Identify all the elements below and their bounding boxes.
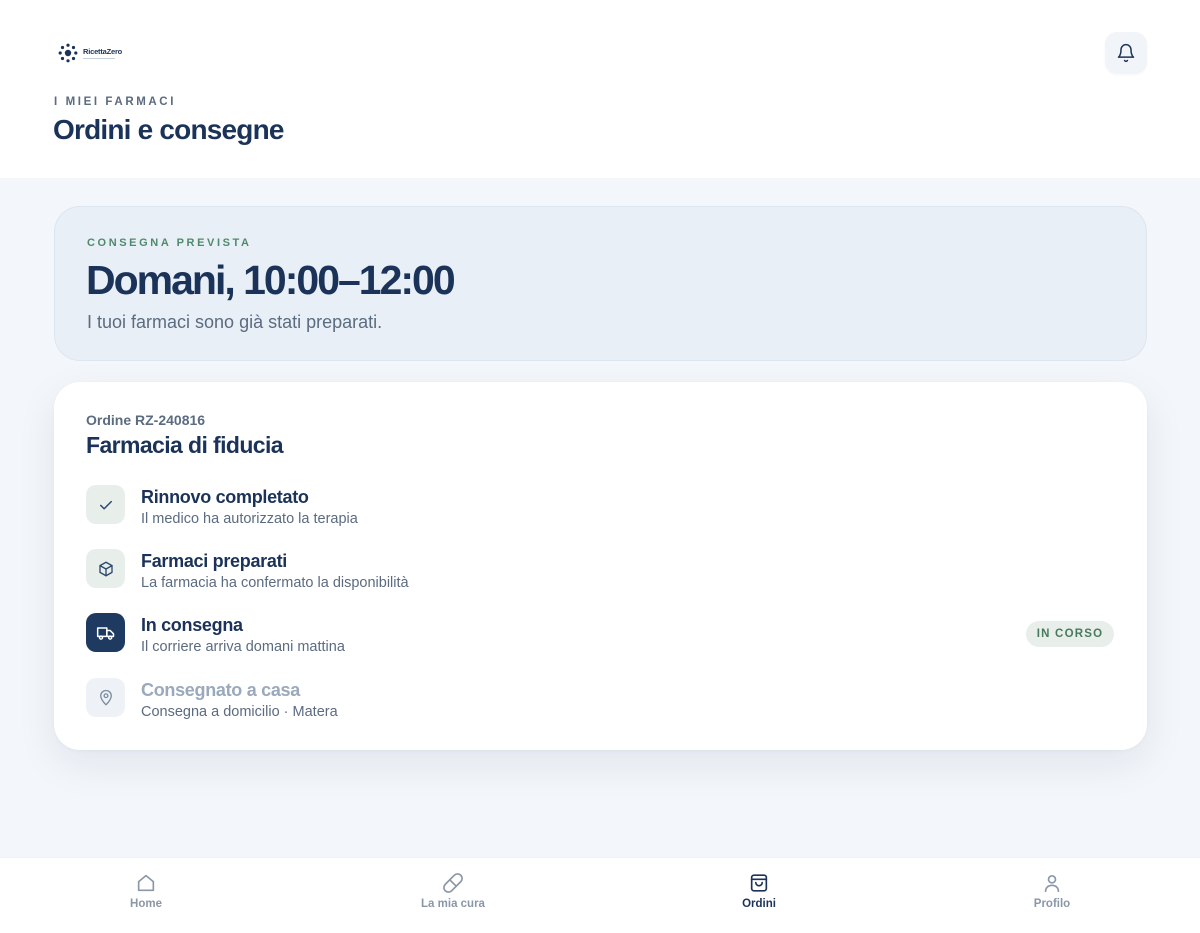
truck-icon [96, 626, 114, 640]
pill-icon [443, 873, 463, 893]
logo-wordmark: RicettaZero [83, 47, 123, 56]
home-icon [137, 874, 155, 892]
expected-delivery-card: CONSEGNA PREVISTA Domani, 10:00–12:00 I … [54, 206, 1147, 361]
bottom-navigation: Home La mia cura Ordini Profilo [0, 857, 1200, 933]
step-icon-container [86, 613, 125, 652]
package-icon [98, 561, 113, 576]
step-title: In consegna [141, 615, 243, 635]
delivery-eyebrow: CONSEGNA PREVISTA [87, 237, 252, 249]
step-icon-container [86, 549, 125, 588]
nav-item-profilo[interactable]: Profilo [982, 872, 1122, 910]
logo-icon [58, 43, 78, 63]
step-subtitle: Il corriere arriva domani mattina [141, 639, 345, 655]
delivery-time: Domani, 10:00–12:00 [86, 257, 456, 303]
order-step-delivered: Consegnato a casa Consegna a domicilio ·… [86, 678, 1116, 722]
order-card[interactable]: Ordine RZ-240816 Farmacia di fiducia Rin… [54, 382, 1147, 750]
order-step-prepared: Farmaci preparati La farmacia ha conferm… [86, 549, 1116, 593]
nav-label: Home [130, 898, 162, 910]
step-icon-container [86, 485, 125, 524]
step-subtitle: La farmacia ha confermato la disponibili… [141, 575, 409, 591]
shopping-bag-icon [750, 874, 768, 892]
step-title: Farmaci preparati [141, 551, 287, 571]
order-number: Ordine RZ-240816 [86, 412, 206, 428]
step-title: Rinnovo completato [141, 487, 309, 507]
notifications-button[interactable] [1105, 32, 1147, 74]
page-title: Ordini e consegne [53, 114, 284, 145]
app-logo[interactable]: RicettaZero [58, 43, 122, 63]
user-icon [1044, 875, 1060, 893]
check-icon [99, 500, 112, 509]
step-icon-container [86, 678, 125, 717]
order-step-in-delivery: In consegna Il corriere arriva domani ma… [86, 613, 1116, 657]
status-badge: IN CORSO [1026, 621, 1114, 647]
bell-icon [1117, 43, 1135, 63]
order-pharmacy: Farmacia di fiducia [86, 432, 284, 458]
nav-item-home[interactable]: Home [76, 872, 216, 910]
nav-label: Ordini [742, 898, 776, 910]
nav-item-la-mia-cura[interactable]: La mia cura [383, 872, 523, 910]
step-subtitle: Consegna a domicilio · Matera [141, 704, 338, 720]
logo-tagline-line [83, 58, 115, 59]
step-title: Consegnato a casa [141, 680, 300, 700]
app-header: RicettaZero I MIEI FARMACI Ordini e cons… [0, 0, 1200, 178]
step-subtitle: Il medico ha autorizzato la terapia [141, 511, 358, 527]
map-pin-icon [99, 689, 112, 705]
section-eyebrow: I MIEI FARMACI [54, 96, 177, 108]
order-step-renewal: Rinnovo completato Il medico ha autorizz… [86, 485, 1116, 529]
nav-item-ordini[interactable]: Ordini [689, 872, 829, 910]
nav-label: La mia cura [421, 898, 485, 910]
nav-label: Profilo [1033, 898, 1071, 910]
delivery-description: I tuoi farmaci sono già stati preparati. [87, 312, 383, 332]
